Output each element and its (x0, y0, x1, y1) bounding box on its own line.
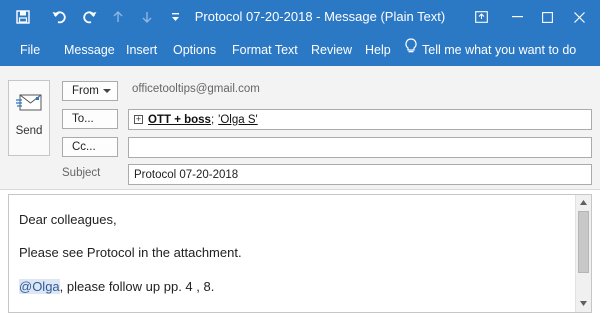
ribbon-tab-bar: File Message Insert Options Format Text … (0, 34, 600, 66)
to-field[interactable]: + OTT + boss ; 'Olga S' (128, 109, 592, 130)
message-header: Send From officetooltips@gmail.com To...… (0, 66, 600, 190)
body-line-attachment: Please see Protocol in the attachment. (19, 245, 242, 260)
chevron-down-icon (103, 89, 111, 93)
body-line-followup: @Olga, please follow up pp. 4 , 8. (19, 279, 214, 294)
send-button[interactable]: Send (8, 80, 50, 156)
tab-format-text[interactable]: Format Text (232, 34, 298, 66)
message-body[interactable]: Dear colleagues, Please see Protocol in … (8, 194, 592, 313)
subject-label: Subject (62, 167, 101, 179)
scroll-up-icon[interactable] (576, 195, 591, 210)
tell-me-label: Tell me what you want to do (422, 43, 577, 57)
tell-me-search[interactable]: Tell me what you want to do (405, 34, 576, 66)
minimize-icon[interactable] (500, 0, 534, 34)
tab-message[interactable]: Message (64, 34, 115, 66)
body-line-greeting: Dear colleagues, (19, 212, 117, 227)
tab-file[interactable]: File (20, 34, 40, 66)
from-button[interactable]: From (62, 81, 118, 101)
tab-review[interactable]: Review (311, 34, 352, 66)
ribbon-display-options-icon[interactable] (464, 0, 498, 34)
lightbulb-icon (405, 34, 417, 66)
cc-button[interactable]: Cc... (62, 137, 118, 157)
mention-olga[interactable]: @Olga (19, 279, 60, 294)
from-label: From (72, 85, 99, 97)
recipient-group[interactable]: OTT + boss (148, 114, 211, 126)
title-bar: Protocol 07-20-2018 - Message (Plain Tex… (0, 0, 600, 34)
tab-options[interactable]: Options (173, 34, 216, 66)
maximize-icon[interactable] (530, 0, 564, 34)
recipient-separator: ; (210, 113, 215, 126)
cc-field[interactable] (128, 137, 592, 158)
to-button[interactable]: To... (62, 109, 118, 129)
scroll-down-icon[interactable] (576, 296, 591, 311)
expand-group-icon[interactable]: + (134, 115, 143, 124)
vertical-scrollbar[interactable] (575, 195, 591, 312)
close-icon[interactable] (562, 0, 596, 34)
scrollbar-thumb[interactable] (578, 211, 589, 273)
send-label: Send (15, 125, 43, 137)
body-line-followup-text: , please follow up pp. 4 , 8. (59, 279, 215, 294)
recipient-contact[interactable]: 'Olga S' (218, 114, 258, 126)
tab-help[interactable]: Help (365, 34, 391, 66)
send-envelope-icon (16, 91, 42, 116)
tab-insert[interactable]: Insert (126, 34, 157, 66)
subject-field[interactable]: Protocol 07-20-2018 (128, 164, 592, 185)
from-address: officetooltips@gmail.com (132, 83, 260, 95)
